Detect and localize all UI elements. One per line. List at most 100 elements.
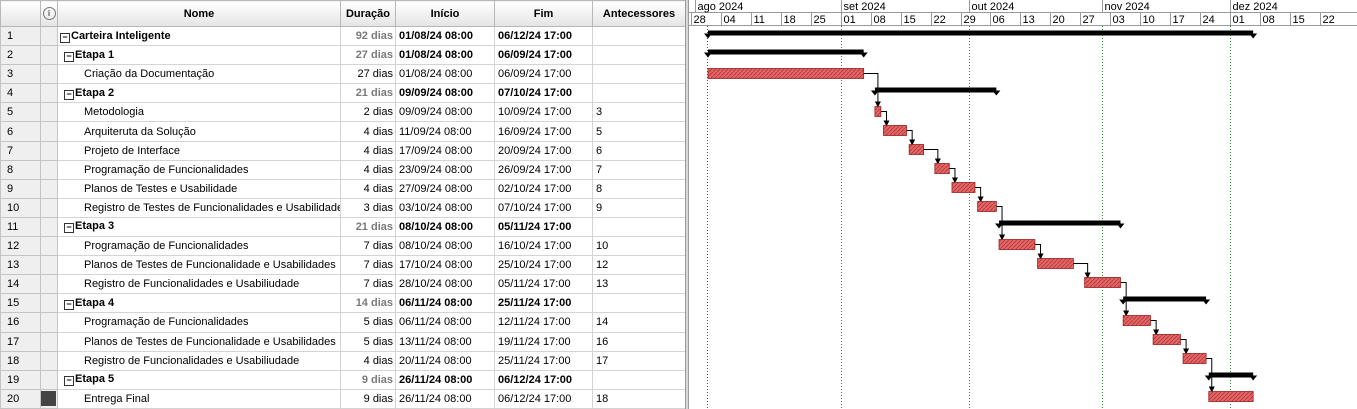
table-row[interactable]: 19− Etapa 59 dias 26/11/24 08:00 06/12/24 1… bbox=[0, 369, 686, 390]
start-cell[interactable]: 08/10/24 08:00 bbox=[395, 216, 495, 238]
table-row[interactable]: 13 Planos de Testes de Funcionalidade e U… bbox=[0, 255, 686, 276]
collapse-icon[interactable]: − bbox=[60, 32, 70, 43]
row-number[interactable]: 20 bbox=[0, 388, 41, 409]
task-bar[interactable] bbox=[1084, 277, 1121, 288]
duration-cell[interactable]: 7 dias bbox=[340, 236, 396, 257]
table-row[interactable]: 5 Metodologia 2 dias 09/09/24 08:00 10/09/24… bbox=[0, 102, 686, 123]
task-name-cell[interactable]: Planos de Testes de Funcionalidade e Usa… bbox=[57, 331, 341, 352]
predecessors-cell[interactable]: 17 bbox=[592, 350, 686, 371]
task-bar[interactable] bbox=[1182, 353, 1207, 364]
end-cell[interactable]: 26/09/24 17:00 bbox=[494, 159, 593, 180]
row-number[interactable]: 2 bbox=[0, 45, 41, 66]
row-number[interactable]: 12 bbox=[0, 236, 41, 257]
table-row[interactable]: 9 Planos de Testes e Usabilidade 4 dias 27/… bbox=[0, 178, 686, 199]
header-fim[interactable]: Fim bbox=[494, 0, 593, 27]
task-name-cell[interactable]: − Etapa 2 bbox=[57, 83, 341, 104]
predecessors-cell[interactable] bbox=[592, 83, 686, 104]
start-cell[interactable]: 13/11/24 08:00 bbox=[395, 331, 495, 352]
end-cell[interactable]: 20/09/24 17:00 bbox=[494, 140, 593, 161]
task-name-cell[interactable]: − Etapa 5 bbox=[57, 369, 341, 390]
row-number[interactable]: 6 bbox=[0, 121, 41, 142]
task-bar[interactable] bbox=[883, 125, 907, 136]
row-number[interactable]: 11 bbox=[0, 216, 41, 238]
predecessors-cell[interactable]: 7 bbox=[592, 159, 686, 180]
header-duracao[interactable]: Duração bbox=[340, 0, 396, 27]
table-row[interactable]: 17 Planos de Testes de Funcionalidade e U… bbox=[0, 331, 686, 352]
summary-bar[interactable] bbox=[999, 220, 1121, 226]
task-name-cell[interactable]: Programação de Funcionalidades bbox=[57, 312, 341, 333]
table-row[interactable]: 14 Registro de Funcionalidades e Usabiliu… bbox=[0, 274, 686, 295]
duration-cell[interactable]: 9 dias bbox=[340, 369, 396, 390]
collapse-icon[interactable]: − bbox=[64, 376, 74, 387]
summary-bar[interactable] bbox=[1208, 372, 1254, 378]
predecessors-cell[interactable] bbox=[592, 64, 686, 85]
row-number[interactable]: 17 bbox=[0, 331, 41, 352]
table-row[interactable]: 16 Programação de Funcionalidades 5 dias 06… bbox=[0, 312, 686, 333]
duration-cell[interactable]: 27 dias bbox=[340, 45, 396, 66]
end-cell[interactable]: 16/10/24 17:00 bbox=[494, 236, 593, 257]
duration-cell[interactable]: 4 dias bbox=[340, 178, 396, 199]
row-number[interactable]: 4 bbox=[0, 83, 41, 104]
end-cell[interactable]: 25/11/24 17:00 bbox=[494, 293, 593, 314]
task-bar[interactable] bbox=[874, 106, 882, 117]
start-cell[interactable]: 23/09/24 08:00 bbox=[395, 159, 495, 180]
duration-cell[interactable]: 2 dias bbox=[340, 102, 396, 123]
row-number[interactable]: 7 bbox=[0, 140, 41, 161]
end-cell[interactable]: 19/11/24 17:00 bbox=[494, 331, 593, 352]
start-cell[interactable]: 06/11/24 08:00 bbox=[395, 293, 495, 314]
row-number[interactable]: 3 bbox=[0, 64, 41, 85]
end-cell[interactable]: 10/09/24 17:00 bbox=[494, 102, 593, 123]
predecessors-cell[interactable] bbox=[592, 293, 686, 314]
table-row[interactable]: 3 Criação da Documentação 27 dias 01/08/24 … bbox=[0, 64, 686, 85]
duration-cell[interactable]: 5 dias bbox=[340, 331, 396, 352]
collapse-icon[interactable]: − bbox=[64, 51, 74, 62]
predecessors-cell[interactable] bbox=[592, 45, 686, 66]
task-name-cell[interactable]: Registro de Testes de Funcionalidades e … bbox=[57, 197, 341, 218]
start-cell[interactable]: 28/10/24 08:00 bbox=[395, 274, 495, 295]
summary-bar[interactable] bbox=[1123, 296, 1207, 302]
duration-cell[interactable]: 4 dias bbox=[340, 121, 396, 142]
task-name-cell[interactable]: − Etapa 3 bbox=[57, 216, 341, 238]
table-row[interactable]: 6 Arquiteruta da Solução 4 dias 11/09/24 08… bbox=[0, 121, 686, 142]
end-cell[interactable]: 25/11/24 17:00 bbox=[494, 350, 593, 371]
task-bar[interactable] bbox=[707, 68, 865, 79]
task-bar[interactable] bbox=[977, 201, 997, 212]
table-row[interactable]: 12 Programação de Funcionalidades 7 dias 08… bbox=[0, 236, 686, 257]
predecessors-cell[interactable]: 9 bbox=[592, 197, 686, 218]
task-bar[interactable] bbox=[951, 182, 976, 193]
end-cell[interactable]: 07/10/24 17:00 bbox=[494, 83, 593, 104]
start-cell[interactable]: 11/09/24 08:00 bbox=[395, 121, 495, 142]
duration-cell[interactable]: 4 dias bbox=[340, 159, 396, 180]
task-name-cell[interactable]: Metodologia bbox=[57, 102, 341, 123]
end-cell[interactable]: 05/11/24 17:00 bbox=[494, 274, 593, 295]
table-row[interactable]: 15− Etapa 4 14 dias 06/11/24 08:00 25/11/24 … bbox=[0, 293, 686, 314]
predecessors-cell[interactable]: 12 bbox=[592, 255, 686, 276]
end-cell[interactable]: 06/09/24 17:00 bbox=[494, 64, 593, 85]
table-row[interactable]: 10 Registro de Testes de Funcionalidades … bbox=[0, 197, 686, 218]
row-number[interactable]: 15 bbox=[0, 293, 41, 314]
predecessors-cell[interactable] bbox=[592, 369, 686, 390]
task-name-cell[interactable]: Registro de Funcionalidades e Usabiliuda… bbox=[57, 274, 341, 295]
predecessors-cell[interactable]: 16 bbox=[592, 331, 686, 352]
start-cell[interactable]: 09/09/24 08:00 bbox=[395, 102, 495, 123]
end-cell[interactable]: 06/12/24 17:00 bbox=[494, 369, 593, 390]
end-cell[interactable]: 02/10/24 17:00 bbox=[494, 178, 593, 199]
start-cell[interactable]: 27/09/24 08:00 bbox=[395, 178, 495, 199]
table-row[interactable]: 20 Entrega Final 9 dias 26/11/24 08:00 06/12… bbox=[0, 388, 686, 409]
task-bar[interactable] bbox=[908, 144, 925, 155]
duration-cell[interactable]: 5 dias bbox=[340, 312, 396, 333]
end-cell[interactable]: 06/12/24 17:00 bbox=[494, 25, 593, 47]
row-number[interactable]: 13 bbox=[0, 255, 41, 276]
row-number[interactable]: 1 bbox=[0, 25, 41, 47]
start-cell[interactable]: 03/10/24 08:00 bbox=[395, 197, 495, 218]
end-cell[interactable]: 07/10/24 17:00 bbox=[494, 197, 593, 218]
task-name-cell[interactable]: Projeto de Interface bbox=[57, 140, 341, 161]
task-name-cell[interactable]: − Etapa 1 bbox=[57, 45, 341, 66]
predecessors-cell[interactable]: 6 bbox=[592, 140, 686, 161]
table-row[interactable]: 7 Projeto de Interface 4 dias 17/09/24 08:0… bbox=[0, 140, 686, 161]
duration-cell[interactable]: 7 dias bbox=[340, 255, 396, 276]
task-name-cell[interactable]: − Etapa 4 bbox=[57, 293, 341, 314]
predecessors-cell[interactable]: 10 bbox=[592, 236, 686, 257]
summary-bar[interactable] bbox=[708, 30, 1254, 36]
start-cell[interactable]: 08/10/24 08:00 bbox=[395, 236, 495, 257]
